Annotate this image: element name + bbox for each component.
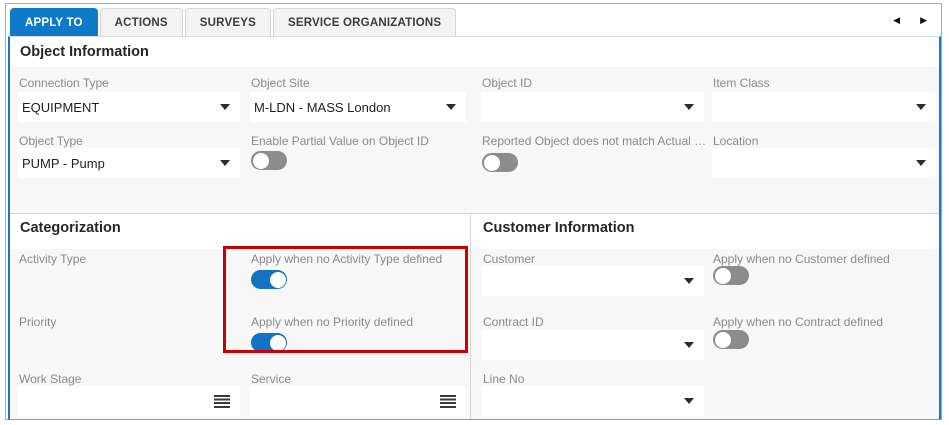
object-type-value: PUMP - Pump [22, 156, 105, 171]
lookup-list-icon[interactable] [214, 395, 230, 408]
tab-scroll-right-icon[interactable]: ▶ [920, 13, 927, 27]
enable-partial-value-toggle[interactable] [251, 151, 287, 170]
object-information-title: Object Information [20, 44, 149, 60]
tab-scroll-left-icon[interactable]: ◀ [893, 13, 900, 27]
object-type-label: Object Type [19, 134, 234, 148]
dropdown-caret-icon [684, 104, 694, 110]
dropdown-caret-icon [684, 342, 694, 348]
item-class-select[interactable] [712, 92, 936, 122]
object-site-select[interactable]: M-LDN - MASS London [250, 92, 466, 122]
work-stage-label: Work Stage [19, 372, 219, 386]
apply-no-customer-label: Apply when no Customer defined [713, 252, 935, 266]
customer-information-title: Customer Information [483, 220, 634, 236]
dropdown-caret-icon [684, 398, 694, 404]
tab-scroll-controls: ◀ ▶ [893, 13, 927, 27]
section-vertical-divider [470, 213, 471, 419]
reported-object-mismatch-label: Reported Object does not match Actual O.… [482, 134, 710, 148]
connection-type-select[interactable]: EQUIPMENT [18, 92, 240, 122]
connection-type-value: EQUIPMENT [22, 100, 99, 115]
apply-no-activity-type-label: Apply when no Activity Type defined [251, 252, 466, 266]
dropdown-caret-icon [684, 278, 694, 284]
line-no-select[interactable] [482, 386, 704, 416]
section-horizontal-divider [10, 213, 939, 214]
tab-apply-to[interactable]: APPLY TO [10, 8, 98, 36]
tab-surveys[interactable]: SURVEYS [185, 8, 271, 36]
contract-id-select[interactable] [482, 330, 704, 360]
service-input[interactable] [250, 386, 466, 416]
activity-type-label: Activity Type [19, 252, 219, 266]
customer-label: Customer [483, 252, 693, 266]
work-stage-input[interactable] [18, 386, 240, 416]
tab-bar: APPLY TO ACTIONS SURVEYS SERVICE ORGANIZ… [10, 8, 456, 36]
apply-no-priority-toggle[interactable] [251, 333, 287, 352]
location-label: Location [713, 134, 928, 148]
object-site-value: M-LDN - MASS London [254, 100, 391, 115]
apply-to-panel: Object Information Connection Type EQUIP… [8, 36, 941, 420]
object-id-select[interactable] [481, 92, 704, 122]
apply-to-form-page: APPLY TO ACTIONS SURVEYS SERVICE ORGANIZ… [0, 0, 949, 425]
apply-no-contract-label: Apply when no Contract defined [713, 315, 935, 329]
apply-no-activity-type-toggle[interactable] [251, 270, 287, 289]
location-select[interactable] [712, 148, 936, 178]
dropdown-caret-icon [220, 104, 230, 110]
dropdown-caret-icon [916, 104, 926, 110]
line-no-label: Line No [483, 372, 693, 386]
apply-no-contract-toggle[interactable] [713, 330, 749, 349]
dropdown-caret-icon [916, 160, 926, 166]
object-id-label: Object ID [482, 76, 697, 90]
enable-partial-value-label: Enable Partial Value on Object ID [251, 134, 471, 148]
object-site-label: Object Site [251, 76, 461, 90]
apply-no-priority-label: Apply when no Priority defined [251, 315, 466, 329]
dropdown-caret-icon [446, 104, 456, 110]
dropdown-caret-icon [220, 160, 230, 166]
service-label: Service [251, 372, 451, 386]
object-type-select[interactable]: PUMP - Pump [18, 148, 240, 178]
tab-service-organizations[interactable]: SERVICE ORGANIZATIONS [273, 8, 456, 36]
item-class-label: Item Class [713, 76, 928, 90]
connection-type-label: Connection Type [19, 76, 234, 90]
tab-actions[interactable]: ACTIONS [100, 8, 183, 36]
lookup-list-icon[interactable] [440, 395, 456, 408]
apply-no-customer-toggle[interactable] [713, 266, 749, 285]
customer-select[interactable] [482, 266, 704, 296]
categorization-title: Categorization [20, 220, 121, 236]
contract-id-label: Contract ID [483, 315, 693, 329]
priority-label: Priority [19, 315, 219, 329]
reported-object-mismatch-toggle[interactable] [482, 153, 518, 172]
